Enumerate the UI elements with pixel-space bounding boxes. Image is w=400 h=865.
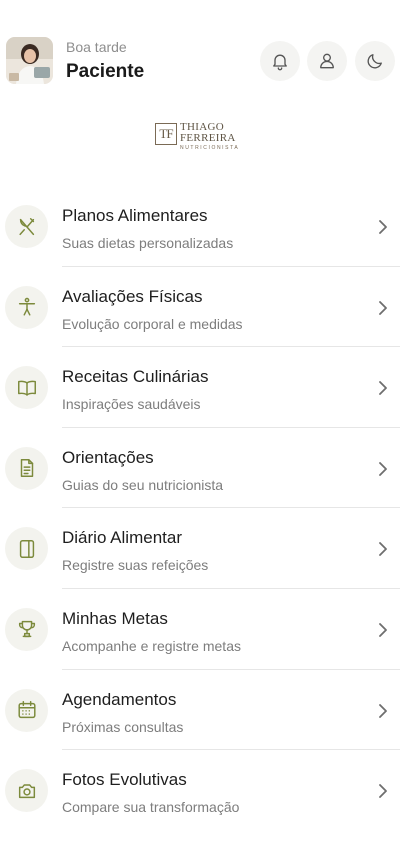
app-header: Boa tarde Paciente xyxy=(0,0,400,100)
menu-item-agendamentos[interactable]: Agendamentos Próximas consultas xyxy=(0,670,400,751)
journal-icon xyxy=(19,539,34,558)
menu-item-orientacoes[interactable]: Orientações Guias do seu nutricionista xyxy=(0,428,400,509)
main-menu: Planos Alimentares Suas dietas personali… xyxy=(0,186,400,831)
document-icon xyxy=(20,459,33,478)
menu-item-title: Minhas Metas xyxy=(62,608,168,628)
calendar-icon xyxy=(17,701,36,719)
utensils-icon xyxy=(18,217,34,235)
avatar[interactable] xyxy=(6,37,53,84)
theme-toggle-button[interactable] xyxy=(355,41,395,81)
chevron-right-icon xyxy=(379,784,387,799)
menu-item-subtitle: Inspirações saudáveis xyxy=(62,396,201,413)
chevron-right-icon xyxy=(379,220,387,234)
menu-item-title: Planos Alimentares xyxy=(62,206,208,225)
body-icon xyxy=(18,297,35,316)
menu-item-minhas-metas[interactable]: Minhas Metas Acompanhe e registre metas xyxy=(0,589,400,670)
chevron-right-icon xyxy=(379,623,387,637)
menu-item-subtitle: Suas dietas personalizadas xyxy=(62,235,234,251)
menu-item-subtitle: Guias do seu nutricionista xyxy=(62,476,224,493)
logo-name: THIAGO FERREIRA xyxy=(180,121,236,144)
trophy-icon xyxy=(18,621,35,638)
menu-item-subtitle: Próximas consultas xyxy=(62,718,184,735)
menu-item-title: Agendamentos xyxy=(62,689,177,709)
user-name: Paciente xyxy=(66,61,145,82)
avatar-photo xyxy=(6,37,53,84)
menu-item-receitas-culinarias[interactable]: Receitas Culinárias Inspirações saudávei… xyxy=(0,347,400,428)
camera-icon xyxy=(18,783,35,798)
menu-item-subtitle: Evolução corporal e medidas xyxy=(62,315,243,332)
chevron-right-icon xyxy=(379,461,387,476)
logo-subtitle: NUTRICIONISTA xyxy=(180,145,240,151)
menu-item-planos-alimentares[interactable]: Planos Alimentares Suas dietas personali… xyxy=(0,186,400,267)
chevron-right-icon xyxy=(379,703,387,718)
menu-item-avaliacoes-fisicas[interactable]: Avaliações Físicas Evolução corporal e m… xyxy=(0,267,400,348)
menu-item-fotos-evolutivas[interactable]: Fotos Evolutivas Compare sua transformaç… xyxy=(0,750,400,831)
menu-item-title: Receitas Culinárias xyxy=(62,367,209,387)
menu-item-title: Fotos Evolutivas xyxy=(62,770,187,790)
logo-monogram: TF xyxy=(155,123,177,145)
menu-item-subtitle: Acompanhe e registre metas xyxy=(62,637,241,654)
notifications-button[interactable] xyxy=(260,41,300,81)
user-icon xyxy=(320,53,334,69)
chevron-right-icon xyxy=(379,381,387,396)
profile-button[interactable] xyxy=(307,41,347,81)
menu-item-title: Diário Alimentar xyxy=(62,528,182,548)
chevron-right-icon xyxy=(379,542,387,557)
menu-item-title: Avaliações Físicas xyxy=(62,286,203,306)
greeting-text: Boa tarde xyxy=(66,39,127,55)
menu-item-title: Orientações xyxy=(62,447,154,467)
brand-logo: TF THIAGO FERREIRA NUTRICIONISTA xyxy=(150,116,250,156)
menu-item-diario-alimentar[interactable]: Diário Alimentar Registre suas refeições xyxy=(0,508,400,589)
bell-icon xyxy=(273,54,287,71)
book-icon xyxy=(17,380,36,396)
menu-item-subtitle: Compare sua transformação xyxy=(62,799,240,816)
moon-icon xyxy=(367,54,382,69)
chevron-right-icon xyxy=(379,300,387,315)
menu-item-subtitle: Registre suas refeições xyxy=(62,557,209,574)
